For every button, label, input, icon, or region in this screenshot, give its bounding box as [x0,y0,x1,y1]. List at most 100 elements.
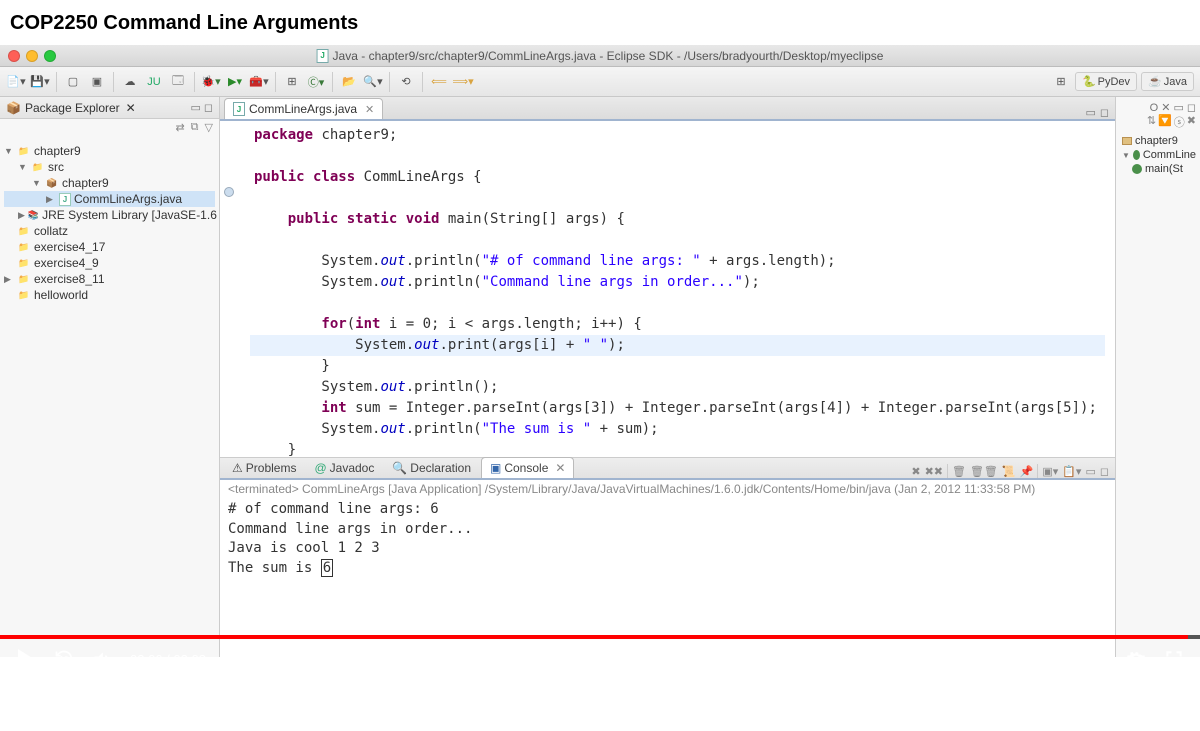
minimize-icon[interactable]: ▭ [1173,101,1183,114]
hide-nonpublic-icon[interactable]: ✖ [1187,114,1196,130]
declaration-tab[interactable]: 🔍Declaration [384,458,479,478]
java-file-icon: J [233,102,245,116]
expand-arrow-icon[interactable]: ▼ [4,146,14,156]
view-menu-icon[interactable]: ▽ [205,121,213,137]
editor-tab-label: CommLineArgs.java [249,102,357,116]
tree-item-exercise4_17[interactable]: 📁exercise4_17 [4,239,215,255]
tree-item-helloworld[interactable]: 📁helloworld [4,287,215,303]
run-button[interactable]: ▶▾ [225,72,245,92]
perspective-java[interactable]: ☕Java [1141,72,1194,91]
code-editor[interactable]: package chapter9; public class CommLineA… [220,121,1115,457]
javadoc-tab[interactable]: @Javadoc [306,458,382,478]
zoom-window-icon[interactable] [44,50,56,62]
scroll-lock-icon[interactable]: 📜 [1002,465,1016,478]
problems-tab[interactable]: ⚠Problems [224,458,304,478]
new-class-button[interactable]: Ⓒ▾ [306,72,326,92]
tree-item-exercise4_9[interactable]: 📁exercise4_9 [4,255,215,271]
open-type-icon[interactable]: ☁ [120,72,140,92]
link-editor-icon[interactable]: ⧉ [191,121,199,137]
folding-marker-icon[interactable] [224,187,234,197]
cast-icon [1050,649,1070,669]
close-tab-icon[interactable]: ✕ [555,461,565,475]
play-icon [18,649,34,669]
tree-item-commlineargs-java[interactable]: ▶JCommLineArgs.java [4,191,215,207]
outline-item[interactable]: ▼CommLine [1120,148,1196,162]
tree-item-label: exercise8_11 [34,272,105,286]
rewind-10-button[interactable]: 10 [54,649,74,669]
ext-tools-button[interactable]: 🧰▾ [249,72,269,92]
remove-all-icon[interactable]: 🗑🗑 [970,465,998,478]
captions-button[interactable]: CC [1088,649,1108,669]
expand-arrow-icon[interactable]: ▼ [32,178,42,188]
tree-item-label: CommLineArgs.java [74,192,182,206]
play-button[interactable] [16,649,36,669]
minimize-view-icon[interactable]: ▭ [190,101,200,114]
expand-arrow-icon[interactable]: ▼ [18,162,28,172]
close-tab-icon[interactable]: ✕ [365,103,374,116]
new-button[interactable]: 📄▾ [6,72,26,92]
outline-close-icon[interactable]: O ✕ [1150,101,1171,114]
tree-item-src[interactable]: ▼📁src [4,159,215,175]
minimize-editor-icon[interactable]: ▭ [1085,106,1095,119]
terminal-icon[interactable]: ▣ [87,72,107,92]
minimize-panel-icon[interactable]: ▭ [1085,465,1095,478]
close-window-icon[interactable] [8,50,20,62]
maximize-icon[interactable]: ◻ [1187,101,1196,114]
open-task-icon[interactable]: 📂 [339,72,359,92]
maximize-view-icon[interactable]: ◻ [204,101,213,114]
save-all-button[interactable]: 💾▾ [30,72,50,92]
tree-item-chapter9[interactable]: ▼📁chapter9 [4,143,215,159]
editor-tab-commlineargs[interactable]: J CommLineArgs.java ✕ [224,98,383,119]
tree-item-chapter9[interactable]: ▼📦chapter9 [4,175,215,191]
box-icon[interactable]: ▢ [63,72,83,92]
hide-static-icon[interactable]: ⓢ [1174,114,1185,130]
pin-console-icon[interactable]: 📌 [1020,465,1034,478]
outline-item[interactable]: chapter9 [1120,134,1196,148]
minimize-window-icon[interactable] [26,50,38,62]
browser-icon[interactable]: 🗔 [168,72,188,92]
video-progress-bar[interactable] [0,635,1200,639]
volume-button[interactable] [92,649,112,669]
expand-arrow-icon[interactable]: ▶ [18,210,25,221]
console-tab[interactable]: ▣Console✕ [481,457,574,478]
forward-button[interactable]: ⟹▾ [453,72,473,92]
expand-arrow-icon[interactable]: ▶ [4,274,14,285]
debug-button[interactable]: 🐞▾ [201,72,221,92]
display-console-icon[interactable]: ▣▾ [1042,465,1058,478]
junit-icon[interactable]: JU [144,72,164,92]
nav-tools-icon[interactable]: ⟲ [396,72,416,92]
tree-item-exercise8_11[interactable]: ▶📁exercise8_11 [4,271,215,287]
maximize-editor-icon[interactable]: ◻ [1100,106,1109,119]
video-time: 02:06 / 02:08 [130,652,206,667]
perspective-pydev[interactable]: 🐍PyDev [1075,72,1137,91]
cast-button[interactable] [1050,649,1070,669]
hide-fields-icon[interactable]: 🔽 [1158,114,1172,130]
jfile-icon: J [59,193,71,206]
fullscreen-button[interactable] [1164,649,1184,669]
page-title: COP2250 Command Line Arguments [0,0,1200,45]
terminate-all-icon[interactable]: ✖✖ [925,465,943,478]
tree-item-jre-system-library-javase-1-6[interactable]: ▶📚JRE System Library [JavaSE-1.6 [4,207,215,223]
remove-launch-icon[interactable]: 🗑 [952,465,966,478]
search-button[interactable]: 🔍▾ [363,72,383,92]
sort-icon[interactable]: ⇅ [1147,114,1156,130]
folder-icon: 📁 [17,225,31,237]
problems-icon: ⚠ [232,461,243,475]
maximize-panel-icon[interactable]: ◻ [1100,465,1109,478]
tab-close-icon[interactable]: ✕ [126,101,136,115]
back-button[interactable]: ⟸ [429,72,449,92]
tree-item-label: helloworld [34,288,88,302]
tree-item-label: collatz [34,224,68,238]
outline-label: main(St [1145,163,1183,175]
open-console-icon[interactable]: 📋▾ [1062,465,1081,478]
terminate-icon[interactable]: ✖ [911,465,920,478]
tree-item-collatz[interactable]: 📁collatz [4,223,215,239]
settings-button[interactable] [1126,649,1146,669]
open-perspective-icon[interactable]: ⊞ [1051,72,1071,92]
mac-titlebar: J Java - chapter9/src/chapter9/CommLineA… [0,45,1200,67]
new-package-icon[interactable]: ⊞ [282,72,302,92]
expand-arrow-icon[interactable]: ▶ [46,194,56,205]
outline-item[interactable]: main(St [1120,162,1196,176]
collapse-all-icon[interactable]: ⇄ [175,121,184,137]
package-explorer-title: Package Explorer [25,101,120,115]
